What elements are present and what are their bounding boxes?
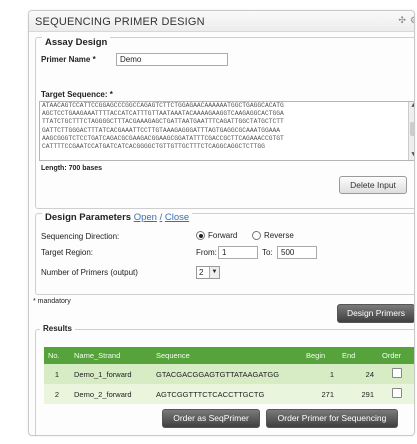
cell-end: 24 xyxy=(338,364,378,384)
order-checkbox-cell xyxy=(378,384,414,404)
col-end: End xyxy=(338,347,378,364)
design-parameters-section: Design Parameters Open / Close Sequencin… xyxy=(35,212,414,295)
length-label: Length: 700 bases xyxy=(41,165,103,172)
gear-icon[interactable]: ⚙ xyxy=(410,15,414,25)
col-sequence: Sequence xyxy=(152,347,302,364)
cell-begin: 271 xyxy=(302,384,338,404)
table-row: 2 Demo_2_forward AGTCGGTTTCTCACCTTGCTG 2… xyxy=(44,384,414,404)
sequence-lines: ATAACAGTCCATTCCGGAGCCCGGCCAGAGTCTTCTGGAG… xyxy=(40,102,414,151)
order-seqprimer-button[interactable]: Order as SeqPrimer xyxy=(162,409,260,428)
cell-no: 1 xyxy=(44,364,70,384)
col-name-strand: Name_Strand xyxy=(70,347,152,364)
close-link[interactable]: Close xyxy=(165,212,189,223)
order-sequencing-button[interactable]: Order Primer for Sequencing xyxy=(266,409,398,428)
target-sequence-label: Target Sequence: * xyxy=(41,90,113,99)
forward-label: Forward xyxy=(208,231,238,240)
reverse-label: Reverse xyxy=(264,231,294,240)
order-checkbox[interactable] xyxy=(392,388,402,398)
scroll-up-icon[interactable]: ▲ xyxy=(409,102,414,111)
reverse-radio-dot[interactable] xyxy=(252,231,261,241)
sequencing-primer-panel: SEQUENCING PRIMER DESIGN ✣⚙ Assay Design… xyxy=(28,10,415,436)
primer-name-input[interactable] xyxy=(116,53,228,66)
assay-design-legend: Assay Design xyxy=(42,37,111,48)
col-begin: Begin xyxy=(302,347,338,364)
results-legend: Results xyxy=(40,324,75,333)
scroll-thumb[interactable] xyxy=(410,122,414,136)
from-label: From: xyxy=(196,248,217,257)
order-checkbox-cell xyxy=(378,364,414,384)
panel-header-icons: ✣⚙ xyxy=(394,15,414,26)
cell-no: 2 xyxy=(44,384,70,404)
primer-name-label: Primer Name * xyxy=(41,55,96,64)
col-no: No. xyxy=(44,347,70,364)
cell-sequence: GTACGACGGAGTGTTATAAGATGG xyxy=(152,364,302,384)
mandatory-note: * mandatory xyxy=(33,298,71,305)
table-row: 1 Demo_1_forward GTACGACGGAGTGTTATAAGATG… xyxy=(44,364,414,384)
sequence-line: TTATCTGCTTTCTAGGGGCTTTACGAAAGAGCTGATTAAT… xyxy=(42,118,284,126)
num-primers-value: 2 xyxy=(199,268,204,277)
design-parameters-title: Design Parameters xyxy=(45,212,132,223)
delete-input-button[interactable]: Delete Input xyxy=(339,176,407,194)
sequence-line: AAGCGGGTCTCCTGATCAGACGCGAAGACGGAAGCGGATA… xyxy=(42,134,284,142)
link-separator: / xyxy=(159,212,163,223)
to-input[interactable] xyxy=(277,246,317,259)
target-sequence-textarea[interactable]: ATAACAGTCCATTCCGGAGCCCGGCCAGAGTCTTCTGGAG… xyxy=(39,101,414,161)
sequence-scrollbar[interactable]: ▲ ▼ xyxy=(408,102,414,160)
cell-end: 291 xyxy=(338,384,378,404)
forward-radio[interactable]: Forward xyxy=(196,231,238,241)
open-link[interactable]: Open xyxy=(134,212,157,223)
design-primers-button[interactable]: Design Primers xyxy=(337,304,414,323)
design-parameters-legend: Design Parameters Open / Close xyxy=(42,212,193,223)
panel-header: SEQUENCING PRIMER DESIGN ✣⚙ xyxy=(29,11,414,32)
cell-name: Demo_2_forward xyxy=(70,384,152,404)
cell-name: Demo_1_forward xyxy=(70,364,152,384)
sequence-line: CATTTTCCGAATCCATGATCATCACGGGGCTGTTGTTGCT… xyxy=(42,143,265,151)
num-primers-label: Number of Primers (output) xyxy=(41,268,138,277)
scroll-down-icon[interactable]: ▼ xyxy=(409,151,414,160)
cell-sequence: AGTCGGTTTCTCACCTTGCTG xyxy=(152,384,302,404)
num-primers-select[interactable]: 2 ▼ xyxy=(196,266,220,279)
cell-begin: 1 xyxy=(302,364,338,384)
results-section: Results No. Name_Strand Sequence Begin E… xyxy=(35,324,414,435)
sequence-line: ATAACAGTCCATTCCGGAGCCCGGCCAGAGTCTTCTGGAG… xyxy=(42,102,284,109)
order-checkbox[interactable] xyxy=(392,368,402,378)
col-order: Order xyxy=(378,347,414,364)
chevron-down-icon[interactable]: ▼ xyxy=(209,267,219,278)
direction-label: Sequencing Direction: xyxy=(41,232,120,241)
move-icon[interactable]: ✣ xyxy=(398,15,406,25)
sequence-line: GATTCTTGGGACTTTATCACGAAATTCCTTGTAAAGAGGG… xyxy=(42,126,281,134)
target-region-label: Target Region: xyxy=(41,248,94,257)
forward-radio-dot[interactable] xyxy=(196,231,205,241)
sequence-line: AGCTCCTGAAGAAATTTTACCATCATTTGTTAATAAATAC… xyxy=(42,110,284,118)
reverse-radio[interactable]: Reverse xyxy=(252,231,294,241)
results-header-row: No. Name_Strand Sequence Begin End Order xyxy=(44,347,414,364)
to-label: To: xyxy=(262,248,273,257)
results-table: No. Name_Strand Sequence Begin End Order… xyxy=(44,347,414,404)
from-input[interactable] xyxy=(218,246,258,259)
panel-title: SEQUENCING PRIMER DESIGN xyxy=(35,16,205,28)
